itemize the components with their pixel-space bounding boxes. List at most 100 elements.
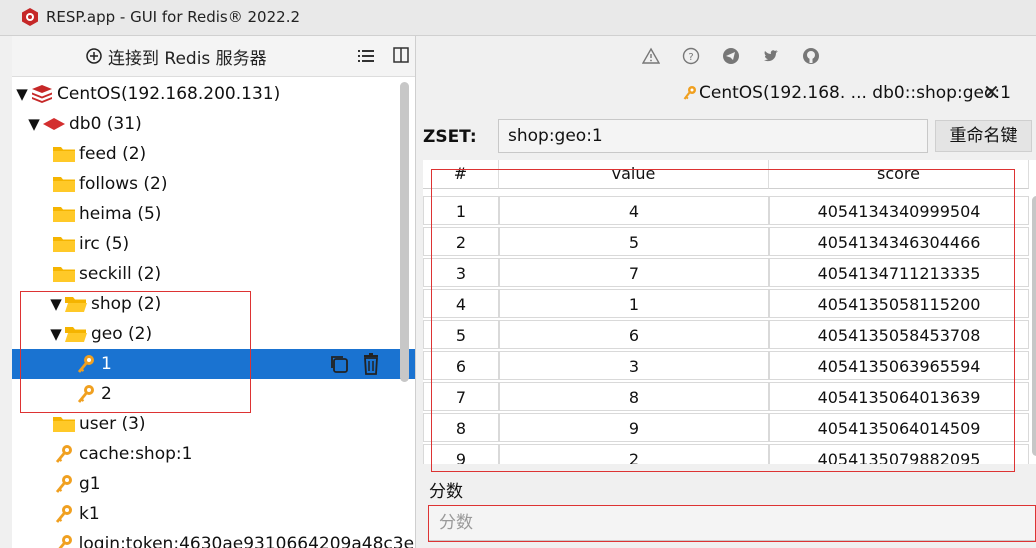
tree-item-label: geo (2) [91, 324, 153, 344]
table-cell[interactable]: 7 [499, 258, 769, 287]
warning-icon[interactable] [642, 47, 660, 65]
toggle-panel-icon[interactable] [393, 47, 409, 63]
tree-item-label: db0 (31) [69, 114, 142, 134]
telegram-icon[interactable] [722, 47, 740, 65]
table-cell[interactable]: 4054135064014509 [769, 413, 1029, 442]
table-cell[interactable]: 8 [423, 413, 499, 442]
table-cell[interactable]: 8 [499, 382, 769, 411]
tab-label: CentOS(192.168. ... db0::shop:geo:1 [699, 83, 1011, 103]
table-cell[interactable]: 4054135079882095 [769, 444, 1029, 464]
score-label: 分数 [429, 482, 463, 502]
expand-arrow-icon[interactable]: ▼ [48, 295, 64, 313]
tree-item-0[interactable]: ▼ CentOS(192.168.200.131) [12, 79, 415, 109]
tree-item-6[interactable]: seckill (2) [12, 259, 415, 289]
table-cell[interactable]: 4 [499, 196, 769, 225]
copy-key-icon[interactable] [328, 353, 350, 380]
score-input[interactable]: 分数 [428, 505, 1036, 541]
column-header[interactable]: value [499, 160, 769, 189]
table-cell[interactable]: 4054134340999504 [769, 196, 1029, 225]
table-cell[interactable]: 9 [499, 413, 769, 442]
key-icon [74, 384, 98, 404]
left-toolbar: 连接到 Redis 服务器 [12, 36, 415, 77]
help-icon[interactable]: ? [682, 47, 700, 65]
plus-circle-icon [86, 48, 102, 64]
tree-item-7[interactable]: ▼ shop (2) [12, 289, 415, 319]
table-cell[interactable]: 6 [499, 320, 769, 349]
tree-item-label: cache:shop:1 [79, 444, 193, 464]
table-cell[interactable]: 1 [499, 289, 769, 318]
table-cell[interactable]: 4054135058453708 [769, 320, 1029, 349]
folder-icon [52, 264, 76, 284]
tree-item-2[interactable]: feed (2) [12, 139, 415, 169]
table-cell[interactable]: 9 [423, 444, 499, 464]
tree-item-11[interactable]: user (3) [12, 409, 415, 439]
tree-item-10[interactable]: 2 [12, 379, 415, 409]
tree-item-label: k1 [79, 504, 100, 524]
folder-icon [52, 234, 76, 254]
tree-item-label: 2 [101, 384, 112, 404]
table-scrollbar[interactable] [1032, 196, 1036, 456]
connect-label: 连接到 Redis 服务器 [108, 48, 267, 69]
column-header[interactable]: score [769, 160, 1029, 189]
tree-item-13[interactable]: g1 [12, 469, 415, 499]
expand-arrow-icon[interactable]: ▼ [48, 325, 64, 343]
github-icon[interactable] [802, 47, 820, 65]
key-view-panel: ? CentOS(192.168. ... db0::shop:geo:1 ✕ … [417, 36, 1036, 548]
tree-item-14[interactable]: k1 [12, 499, 415, 529]
tree-item-label: heima (5) [79, 204, 162, 224]
expand-arrow-icon[interactable]: ▼ [26, 115, 42, 133]
table-cell[interactable]: 1 [423, 196, 499, 225]
rename-key-button[interactable]: 重命名键 [935, 120, 1032, 152]
table-cell[interactable]: 4054134711213335 [769, 258, 1029, 287]
folder-open-icon [64, 294, 88, 314]
table-cell[interactable]: 2 [423, 227, 499, 256]
table-cell[interactable]: 4054135063965594 [769, 351, 1029, 380]
key-type-label: ZSET: [423, 127, 477, 147]
key-tab[interactable]: CentOS(192.168. ... db0::shop:geo:1 ✕ [417, 76, 1036, 112]
tree-item-label: follows (2) [79, 174, 168, 194]
tree-scrollbar[interactable] [400, 82, 409, 382]
table-cell[interactable]: 5 [499, 227, 769, 256]
key-icon [683, 86, 696, 100]
folder-open-icon [64, 324, 88, 344]
folder-icon [52, 414, 76, 434]
list-icon[interactable] [357, 47, 375, 65]
table-cell[interactable]: 4054135058115200 [769, 289, 1029, 318]
expand-arrow-icon[interactable]: ▼ [14, 85, 30, 103]
tree-item-4[interactable]: heima (5) [12, 199, 415, 229]
tree-item-9[interactable]: 1 [12, 349, 415, 380]
table-cell[interactable]: 5 [423, 320, 499, 349]
tree-item-label: shop (2) [91, 294, 162, 314]
key-icon [52, 444, 76, 464]
window-title: RESP.app - GUI for Redis® 2022.2 [46, 8, 301, 26]
tree-item-8[interactable]: ▼ geo (2) [12, 319, 415, 349]
twitter-icon[interactable] [762, 47, 780, 65]
table-cell[interactable]: 4054134346304466 [769, 227, 1029, 256]
tree-item-5[interactable]: irc (5) [12, 229, 415, 259]
tree-item-label: seckill (2) [79, 264, 162, 284]
key-name-field[interactable]: shop:geo:1 [498, 119, 928, 153]
table-cell[interactable]: 3 [423, 258, 499, 287]
svg-text:?: ? [688, 52, 693, 63]
tree-item-12[interactable]: cache:shop:1 [12, 439, 415, 469]
right-toolbar: ? [417, 36, 1036, 76]
key-icon [52, 474, 76, 494]
zset-table: # value score 1 4 4054134340999504 2 5 40541343… [423, 160, 1036, 464]
folder-icon [52, 144, 76, 164]
table-cell[interactable]: 4054135064013639 [769, 382, 1029, 411]
table-cell[interactable]: 3 [499, 351, 769, 380]
tree-item-1[interactable]: ▼ db0 (31) [12, 109, 415, 139]
tree-item-label: user (3) [79, 414, 146, 434]
table-cell[interactable]: 2 [499, 444, 769, 464]
close-tab-icon[interactable]: ✕ [983, 80, 1000, 104]
tree-item-3[interactable]: follows (2) [12, 169, 415, 199]
tab-title: CentOS(192.168. ... db0::shop:geo:1 [683, 83, 1011, 103]
table-cell[interactable]: 4 [423, 289, 499, 318]
table-cell[interactable]: 7 [423, 382, 499, 411]
table-cell[interactable]: 6 [423, 351, 499, 380]
delete-key-icon[interactable] [361, 353, 381, 380]
connect-to-redis-button[interactable]: 连接到 Redis 服务器 [86, 44, 267, 69]
folder-icon [52, 204, 76, 224]
column-header[interactable]: # [423, 160, 499, 189]
tree-item-15[interactable]: login:token:4630ae9310664209a48c3e3f6c [12, 529, 415, 548]
